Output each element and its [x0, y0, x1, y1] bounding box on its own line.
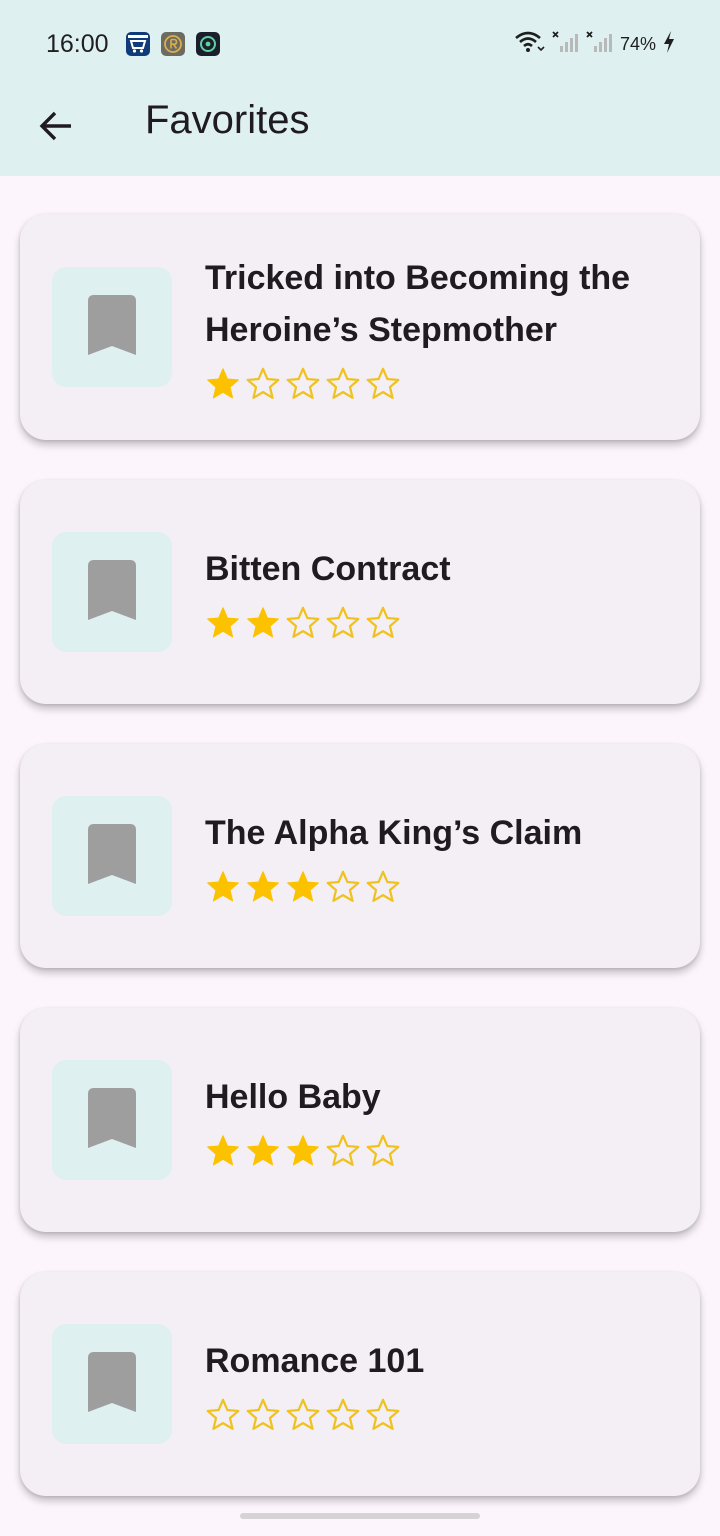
- star-outline-icon: [245, 366, 281, 402]
- favorite-card[interactable]: Tricked into Becoming the Heroine’s Step…: [20, 214, 700, 440]
- status-time: 16:00: [46, 30, 109, 58]
- amazon-shopping-icon: [126, 32, 150, 56]
- bookmark-icon: [88, 1351, 136, 1417]
- star-outline-icon: [325, 1397, 361, 1433]
- card-body: Romance 101: [205, 1335, 676, 1433]
- star-outline-icon: [285, 366, 321, 402]
- star-filled-icon: [285, 1133, 321, 1169]
- arrow-back-icon: [38, 108, 74, 149]
- charging-icon: [662, 30, 676, 59]
- star-rating: [205, 869, 676, 905]
- card-body: Bitten Contract: [205, 543, 676, 641]
- favorites-list: Tricked into Becoming the Heroine’s Step…: [20, 214, 700, 1536]
- star-outline-icon: [365, 605, 401, 641]
- star-filled-icon: [205, 869, 241, 905]
- card-title: The Alpha King’s Claim: [205, 814, 583, 852]
- star-filled-icon: [205, 605, 241, 641]
- bookmark-icon: [88, 294, 136, 360]
- favorite-card[interactable]: The Alpha King’s Claim: [20, 744, 700, 968]
- signal-icon: [586, 30, 614, 59]
- star-outline-icon: [325, 869, 361, 905]
- r-app-icon: [161, 32, 185, 56]
- signal-icon: [552, 30, 580, 59]
- shield-app-icon: [196, 32, 220, 56]
- star-outline-icon: [365, 366, 401, 402]
- favorite-card[interactable]: Bitten Contract: [20, 480, 700, 704]
- star-outline-icon: [245, 1397, 281, 1433]
- bookmark-icon: [88, 1087, 136, 1153]
- favorite-card[interactable]: Romance 101: [20, 1272, 700, 1496]
- card-body: The Alpha King’s Claim: [205, 807, 676, 905]
- star-outline-icon: [325, 1133, 361, 1169]
- thumbnail: [52, 1060, 172, 1180]
- star-outline-icon: [365, 1133, 401, 1169]
- star-outline-icon: [325, 605, 361, 641]
- favorite-card[interactable]: Hello Baby: [20, 1008, 700, 1232]
- thumbnail: [52, 796, 172, 916]
- status-indicators: 74%: [514, 28, 676, 60]
- thumbnail: [52, 1324, 172, 1444]
- battery-percentage: 74%: [619, 34, 656, 54]
- star-outline-icon: [365, 1397, 401, 1433]
- bookmark-icon: [88, 559, 136, 625]
- home-indicator[interactable]: [240, 1513, 480, 1519]
- star-rating: [205, 366, 676, 402]
- star-filled-icon: [205, 366, 241, 402]
- card-title: Bitten Contract: [205, 550, 451, 588]
- star-outline-icon: [365, 869, 401, 905]
- star-filled-icon: [245, 605, 281, 641]
- top-app-area: 16:00 74% Favorites: [0, 0, 720, 176]
- star-outline-icon: [205, 1397, 241, 1433]
- card-title: Romance 101: [205, 1342, 425, 1380]
- star-filled-icon: [205, 1133, 241, 1169]
- star-rating: [205, 605, 676, 641]
- star-outline-icon: [285, 605, 321, 641]
- star-filled-icon: [285, 869, 321, 905]
- thumbnail: [52, 267, 172, 387]
- card-body: Tricked into Becoming the Heroine’s Step…: [205, 252, 676, 402]
- star-outline-icon: [285, 1397, 321, 1433]
- status-bar: 16:00 74%: [0, 0, 720, 88]
- star-rating: [205, 1397, 676, 1433]
- bookmark-icon: [88, 823, 136, 889]
- star-filled-icon: [245, 1133, 281, 1169]
- back-button[interactable]: [28, 100, 84, 156]
- wifi-icon: [514, 30, 546, 59]
- card-title: Hello Baby: [205, 1078, 381, 1116]
- star-rating: [205, 1133, 676, 1169]
- page-title: Favorites: [145, 98, 310, 142]
- card-body: Hello Baby: [205, 1071, 676, 1169]
- card-title: Tricked into Becoming the Heroine’s Step…: [205, 259, 631, 349]
- thumbnail: [52, 532, 172, 652]
- app-bar: Favorites: [0, 88, 720, 176]
- star-outline-icon: [325, 366, 361, 402]
- star-filled-icon: [245, 869, 281, 905]
